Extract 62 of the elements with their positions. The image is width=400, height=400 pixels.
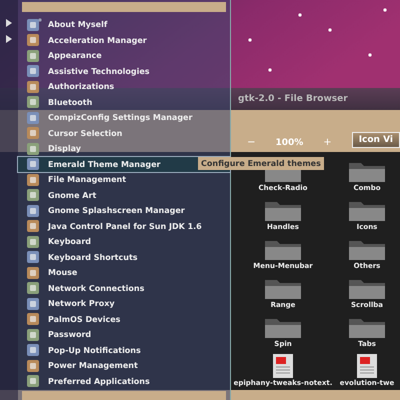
app-icon	[26, 18, 40, 32]
folder-icon[interactable]	[347, 199, 387, 223]
view-mode-button[interactable]: Icon Vi	[352, 132, 400, 148]
menu-item[interactable]: About Myself	[18, 17, 230, 32]
folder-icon[interactable]	[347, 316, 387, 340]
menu-item[interactable]: Pop-Up Notifications	[18, 342, 230, 358]
app-icon	[26, 172, 40, 187]
menu-item[interactable]: Mouse	[18, 265, 230, 280]
app-icon	[26, 234, 40, 249]
zoom-level: 100%	[275, 138, 304, 148]
app-icon	[26, 126, 40, 140]
app-icon	[26, 48, 40, 63]
app-icon	[26, 64, 40, 78]
menu-item[interactable]: PalmOS Devices	[18, 312, 230, 327]
menu-item[interactable]: Gnome Splashscreen Manager	[18, 203, 230, 218]
menu-item[interactable]: Display	[18, 141, 230, 156]
app-icon	[26, 188, 40, 202]
app-icon	[26, 343, 40, 358]
menu-item[interactable]: Network Proxy	[18, 296, 230, 312]
menu-item[interactable]: Power Management	[18, 358, 230, 374]
folder-icon[interactable]	[263, 199, 303, 223]
folder-icon[interactable]	[263, 277, 303, 301]
menu-item[interactable]: CompizConfig Settings Manager	[18, 110, 230, 126]
menu-item[interactable]: Gnome Art	[18, 188, 230, 203]
app-icon	[26, 250, 40, 264]
menu-item[interactable]: Java Control Panel for Sun JDK 1.6	[18, 218, 230, 234]
app-icon	[26, 80, 40, 94]
menu-item[interactable]: Keyboard Shortcuts	[18, 250, 230, 265]
app-icon	[26, 374, 40, 388]
app-icon	[26, 358, 40, 373]
menu-item[interactable]: Authorizations	[18, 79, 230, 94]
menu-item[interactable]: Keyboard	[18, 234, 230, 250]
app-icon	[26, 312, 40, 326]
app-icon	[26, 281, 40, 296]
menu-item[interactable]: Password	[18, 327, 230, 342]
app-icon	[26, 142, 40, 156]
document-icon[interactable]	[354, 353, 380, 379]
document-icon[interactable]	[270, 353, 296, 379]
app-icon	[26, 95, 40, 110]
app-icon	[26, 204, 40, 218]
window-title: gtk-2.0 - File Browser	[238, 94, 348, 104]
app-icon	[26, 328, 40, 342]
tooltip: Configure Emerald themes	[198, 157, 324, 170]
folder-icon[interactable]	[347, 277, 387, 301]
menu-item[interactable]: Assistive Technologies	[18, 64, 230, 79]
app-icon	[26, 157, 40, 172]
app-icon	[26, 219, 40, 234]
folder-icon[interactable]	[347, 238, 387, 262]
menu-item[interactable]: Preferred Applications	[18, 374, 230, 389]
menu-item[interactable]: Network Connections	[18, 280, 230, 296]
folder-icon[interactable]	[263, 238, 303, 262]
app-icon	[26, 110, 40, 125]
folder-icon[interactable]	[347, 160, 387, 184]
menu-item[interactable]: Appearance	[18, 48, 230, 64]
menu-item[interactable]: Cursor Selection	[18, 126, 230, 141]
app-icon	[26, 296, 40, 311]
app-icon	[26, 33, 40, 48]
menu-item[interactable]: Acceleration Manager	[18, 32, 230, 48]
folder-icon[interactable]	[263, 316, 303, 340]
menu-item[interactable]: File Management	[18, 172, 230, 188]
menu-item[interactable]: Bluetooth	[18, 94, 230, 110]
app-icon	[26, 266, 40, 280]
